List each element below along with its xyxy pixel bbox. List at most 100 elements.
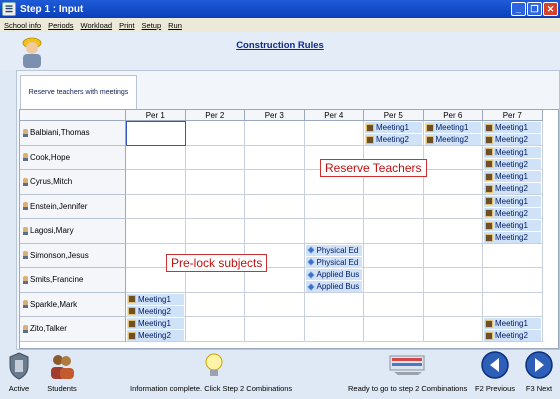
schedule-cell[interactable] xyxy=(364,194,424,219)
schedule-cell[interactable] xyxy=(185,219,245,244)
next-button[interactable]: F3 Next xyxy=(520,350,558,393)
schedule-cell[interactable] xyxy=(185,170,245,195)
meeting-entry[interactable]: Meeting1 xyxy=(484,146,541,158)
meeting-entry[interactable]: Meeting1 xyxy=(484,318,541,329)
schedule-cell[interactable] xyxy=(185,292,245,317)
meeting-entry[interactable]: Meeting1 xyxy=(127,293,184,305)
subject-entry[interactable]: Applied Bus xyxy=(305,281,362,292)
meeting-entry[interactable]: Meeting1 xyxy=(484,220,541,231)
menu-periods[interactable]: Periods xyxy=(48,21,73,30)
meeting-entry[interactable]: Meeting2 xyxy=(484,183,541,194)
schedule-cell[interactable] xyxy=(423,145,483,170)
schedule-cell[interactable] xyxy=(185,317,245,342)
meeting-entry[interactable]: Meeting1 xyxy=(424,122,481,133)
meeting-entry[interactable]: Meeting2 xyxy=(484,330,541,341)
schedule-cell[interactable] xyxy=(126,194,186,219)
menu-bar: School info Periods Workload Print Setup… xyxy=(0,18,560,32)
meeting-entry[interactable]: Meeting2 xyxy=(365,134,422,145)
meeting-entry[interactable]: Meeting1 xyxy=(484,195,541,207)
schedule-cell[interactable] xyxy=(304,292,364,317)
entry-label: Meeting2 xyxy=(435,135,469,144)
teacher-row-header[interactable]: Lagosi,Mary xyxy=(20,219,126,244)
active-button[interactable]: Active xyxy=(6,352,32,393)
schedule-cell[interactable] xyxy=(126,145,186,170)
arrow-left-icon xyxy=(481,351,509,379)
teacher-row-header[interactable]: Smits,Francine xyxy=(20,268,126,293)
tab-reserve-teachers[interactable]: Reserve teachers with meetings xyxy=(20,75,137,109)
meeting-entry[interactable]: Meeting1 xyxy=(127,318,184,329)
schedule-cell[interactable] xyxy=(483,292,543,317)
schedule-cell[interactable] xyxy=(185,121,245,146)
schedule-cell[interactable] xyxy=(423,268,483,293)
schedule-cell[interactable] xyxy=(423,243,483,268)
schedule-cell[interactable] xyxy=(364,317,424,342)
schedule-cell[interactable] xyxy=(304,317,364,342)
schedule-cell[interactable] xyxy=(304,194,364,219)
meeting-entry[interactable]: Meeting2 xyxy=(484,134,541,145)
schedule-cell[interactable] xyxy=(483,268,543,293)
meeting-entry[interactable]: Meeting1 xyxy=(484,171,541,182)
menu-print[interactable]: Print xyxy=(119,21,134,30)
schedule-cell[interactable] xyxy=(245,145,305,170)
teacher-row-header[interactable]: Zito,Talker xyxy=(20,317,126,342)
schedule-cell[interactable] xyxy=(423,317,483,342)
schedule-cell[interactable] xyxy=(364,243,424,268)
teacher-row-header[interactable]: Cyrus,Mitch xyxy=(20,170,126,195)
entry-label: Meeting2 xyxy=(138,331,171,340)
schedule-cell[interactable] xyxy=(423,219,483,244)
prelock-subjects-annotation: Pre-lock subjects xyxy=(166,254,268,272)
schedule-cell[interactable] xyxy=(304,121,364,146)
schedule-cell[interactable] xyxy=(304,219,364,244)
schedule-cell[interactable] xyxy=(364,219,424,244)
schedule-cell[interactable] xyxy=(245,121,305,146)
meeting-entry[interactable]: Meeting1 xyxy=(365,122,422,133)
schedule-cell[interactable] xyxy=(364,268,424,293)
subject-entry[interactable]: Applied Bus xyxy=(305,269,362,280)
teacher-row-header[interactable]: Enstein,Jennifer xyxy=(20,194,126,219)
teacher-name: Sparkle,Mark xyxy=(30,299,78,309)
teacher-name: Zito,Talker xyxy=(30,324,67,334)
schedule-cell[interactable] xyxy=(185,194,245,219)
schedule-cell[interactable] xyxy=(245,170,305,195)
teacher-row-header[interactable]: Simonson,Jesus xyxy=(20,243,126,268)
schedule-cell[interactable] xyxy=(126,170,186,195)
menu-run[interactable]: Run xyxy=(168,21,182,30)
schedule-cell[interactable] xyxy=(423,194,483,219)
schedule-cell[interactable] xyxy=(245,219,305,244)
schedule-cell[interactable] xyxy=(423,292,483,317)
schedule-cell[interactable] xyxy=(364,292,424,317)
meeting-entry[interactable]: Meeting2 xyxy=(484,232,541,243)
subject-entry[interactable]: Physical Ed xyxy=(305,244,362,256)
close-button[interactable]: ✕ xyxy=(543,2,558,16)
menu-school-info[interactable]: School info xyxy=(4,21,41,30)
menu-workload[interactable]: Workload xyxy=(81,21,113,30)
subject-entry[interactable]: Physical Ed xyxy=(305,256,362,268)
schedule-cell[interactable] xyxy=(245,317,305,342)
schedule-cell[interactable] xyxy=(423,170,483,195)
meeting-entry[interactable]: Meeting2 xyxy=(484,158,541,170)
menu-setup[interactable]: Setup xyxy=(142,21,162,30)
teacher-name: Simonson,Jesus xyxy=(30,250,89,260)
teacher-icon xyxy=(23,153,28,162)
combinations-icon[interactable] xyxy=(388,354,428,376)
schedule-cell[interactable] xyxy=(185,145,245,170)
schedule-cell[interactable] xyxy=(126,121,186,146)
meeting-entry[interactable]: Meeting2 xyxy=(127,305,184,317)
schedule-cell[interactable] xyxy=(483,243,543,268)
schedule-cell[interactable] xyxy=(126,219,186,244)
entry-label: Meeting1 xyxy=(495,196,528,206)
meeting-entry[interactable]: Meeting1 xyxy=(484,122,541,133)
teacher-row-header[interactable]: Cook,Hope xyxy=(20,145,126,170)
previous-button[interactable]: F2 Previous xyxy=(474,350,516,393)
schedule-cell[interactable] xyxy=(245,194,305,219)
minimize-button[interactable]: _ xyxy=(511,2,526,16)
restore-button[interactable]: ❐ xyxy=(527,2,542,16)
teacher-icon xyxy=(23,300,28,309)
meeting-entry[interactable]: Meeting2 xyxy=(424,134,481,145)
teacher-row-header[interactable]: Sparkle,Mark xyxy=(20,292,126,317)
schedule-cell[interactable] xyxy=(245,292,305,317)
meeting-entry[interactable]: Meeting2 xyxy=(484,207,541,219)
students-button[interactable]: Students xyxy=(42,352,82,393)
meeting-entry[interactable]: Meeting2 xyxy=(127,330,184,341)
teacher-row-header[interactable]: Balbiani,Thomas xyxy=(20,121,126,146)
